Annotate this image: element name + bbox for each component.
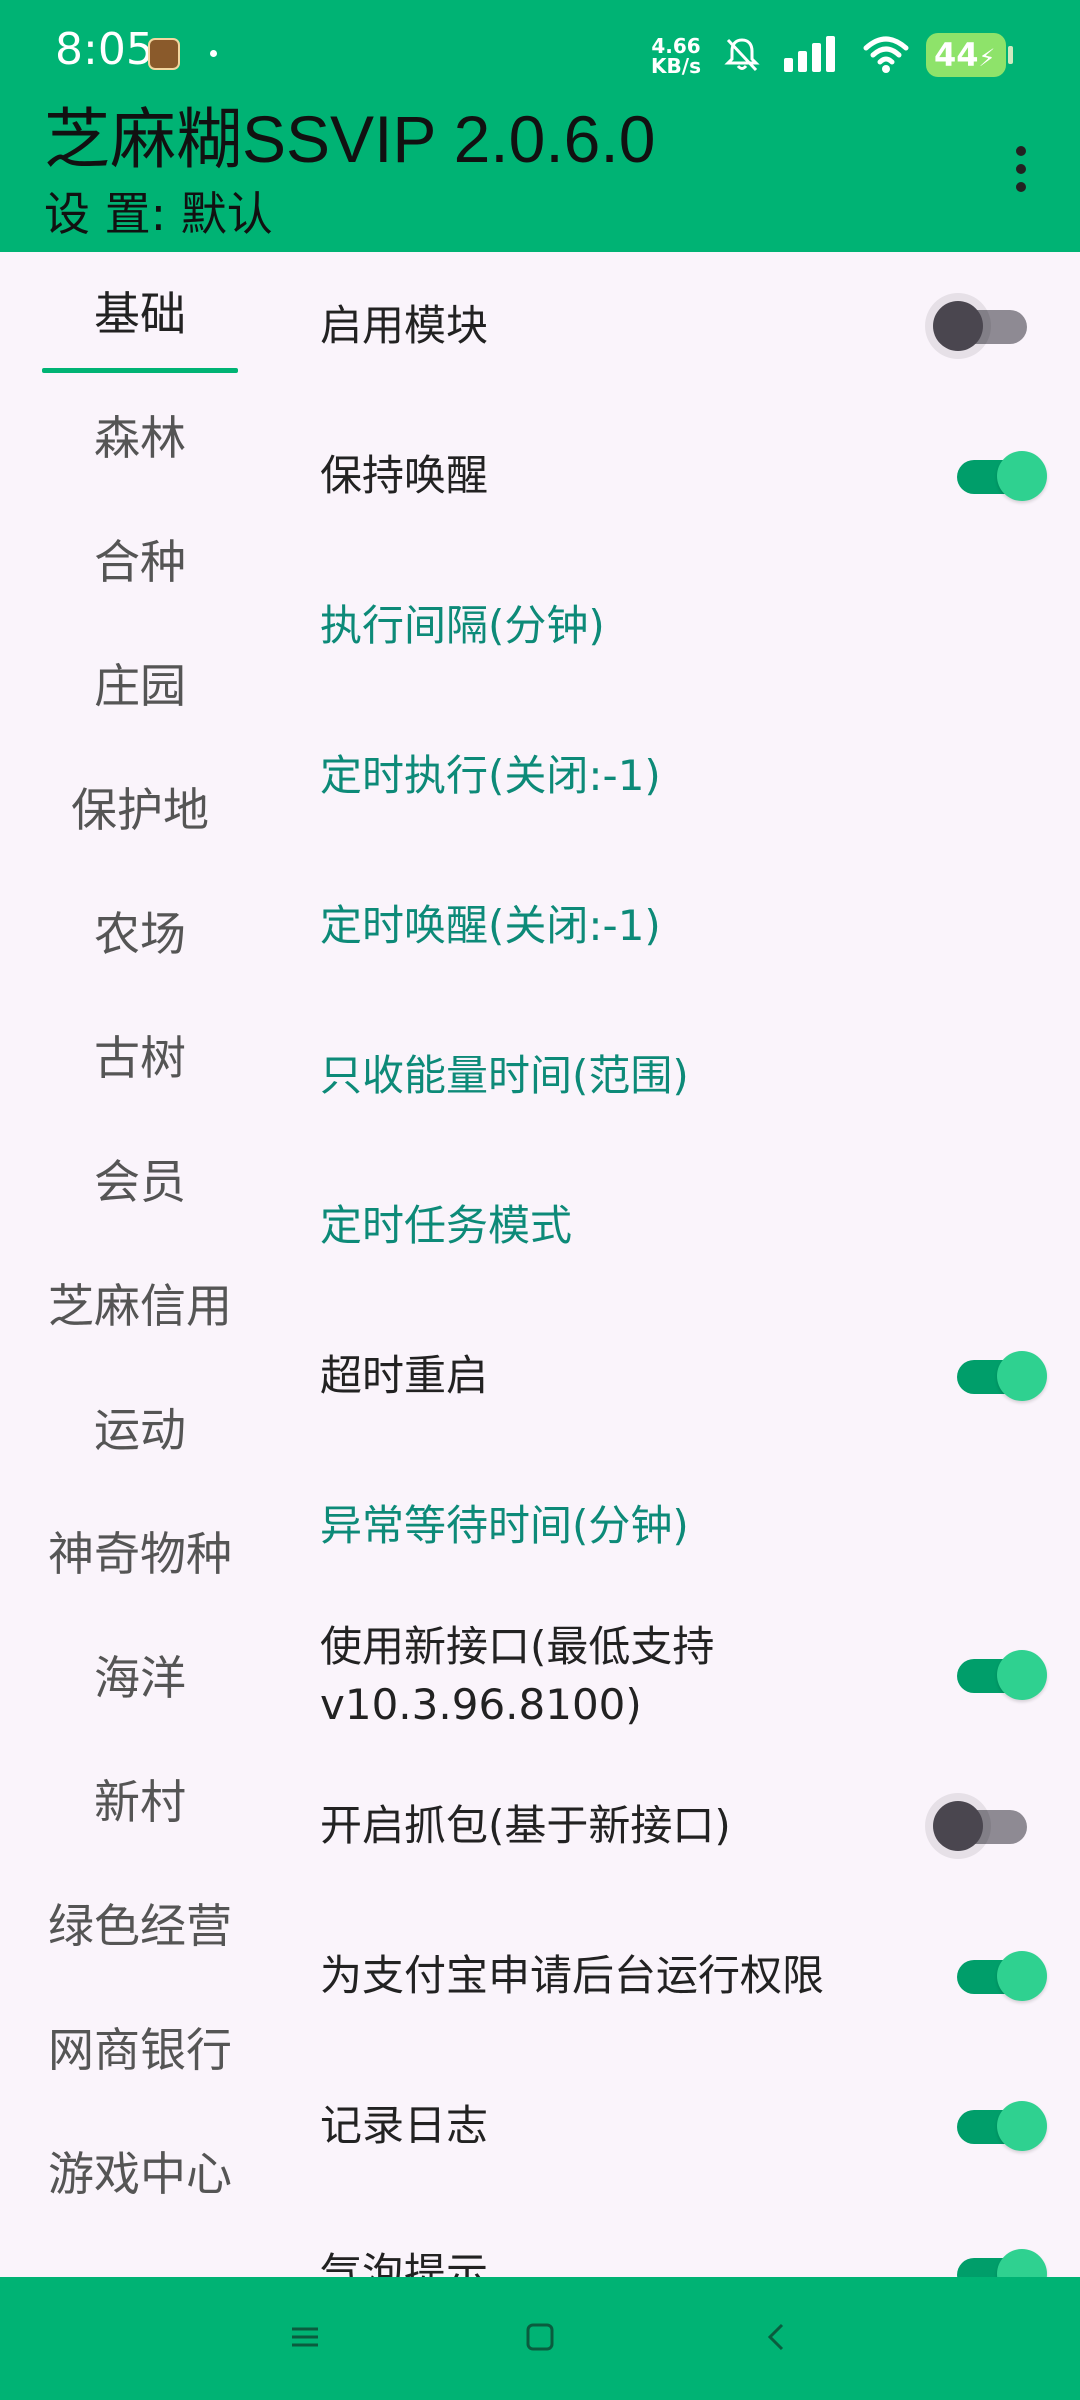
setting-label: 记录日志	[320, 2101, 489, 2150]
setting-new-api[interactable]: 使用新接口(最低支持 v10.3.96.8100)	[320, 1618, 1047, 1734]
new-api-toggle[interactable]	[945, 1646, 1047, 1706]
charging-bolt-icon: ⚡	[978, 44, 996, 72]
mute-bell-icon	[724, 38, 760, 72]
record-log-toggle[interactable]	[945, 2097, 1047, 2157]
setting-scheduled-wake[interactable]: 定时唤醒(关闭:-1)	[320, 897, 1040, 955]
battery-icon: 44⚡	[926, 33, 1006, 77]
battery-tip	[1008, 46, 1013, 64]
setting-label: 定时任务模式	[320, 1201, 573, 1250]
setting-scheduled-exec[interactable]: 定时执行(关闭:-1)	[320, 747, 1040, 805]
setting-keep-awake[interactable]: 保持唤醒	[320, 447, 1047, 507]
packet-capture-toggle[interactable]	[933, 1797, 1035, 1857]
timeout-restart-toggle[interactable]	[945, 1347, 1047, 1407]
settings-list: 启用模块 保持唤醒 执行间隔(分钟) 定时执行(关闭:-1) 定时唤醒(关闭:-…	[0, 252, 1080, 2299]
setting-record-log[interactable]: 记录日志	[320, 2097, 1047, 2157]
wifi-icon	[863, 36, 909, 73]
setting-label: 只收能量时间(范围)	[320, 1051, 689, 1100]
app-notification-icon	[148, 38, 180, 70]
setting-label: 开启抓包(基于新接口)	[320, 1801, 731, 1850]
setting-label: 超时重启	[320, 1351, 489, 1400]
setting-label: 启用模块	[320, 301, 489, 350]
setting-timeout-restart[interactable]: 超时重启	[320, 1347, 1047, 1407]
status-bar: 8:05 4.66 KB/s 44⚡	[0, 0, 1080, 100]
setting-label: 定时唤醒(关闭:-1)	[320, 901, 661, 950]
setting-label-line2: v10.3.96.8100)	[320, 1680, 642, 1729]
navigation-bar	[0, 2277, 1080, 2400]
keep-awake-toggle[interactable]	[945, 447, 1047, 507]
setting-task-mode[interactable]: 定时任务模式	[320, 1197, 1040, 1255]
setting-background-permission[interactable]: 为支付宝申请后台运行权限	[320, 1947, 1047, 2007]
setting-label: 保持唤醒	[320, 451, 489, 500]
menu-icon[interactable]	[288, 2317, 322, 2357]
app-subtitle: 设 置: 默认	[44, 187, 273, 241]
setting-enable-module[interactable]: 启用模块	[320, 297, 1040, 355]
setting-error-wait[interactable]: 异常等待时间(分钟)	[320, 1497, 1040, 1555]
setting-label: 定时执行(关闭:-1)	[320, 751, 661, 800]
network-speed: 4.66 KB/s	[651, 34, 701, 78]
setting-packet-capture[interactable]: 开启抓包(基于新接口)	[320, 1797, 1040, 1855]
signal-icon	[784, 36, 835, 72]
setting-label: 使用新接口(最低支持	[320, 1622, 715, 1671]
app-bar: 芝麻糊SSVIP 2.0.6.0 设 置: 默认	[0, 100, 1080, 252]
background-permission-toggle[interactable]	[945, 1947, 1047, 2007]
more-options-icon[interactable]	[1000, 140, 1044, 200]
setting-label: 执行间隔(分钟)	[320, 601, 605, 650]
setting-exec-interval[interactable]: 执行间隔(分钟)	[320, 597, 1040, 655]
setting-energy-time-range[interactable]: 只收能量时间(范围)	[320, 1047, 1040, 1105]
app-title: 芝麻糊SSVIP 2.0.6.0	[44, 102, 656, 176]
enable-module-toggle[interactable]	[933, 297, 1035, 357]
setting-label: 为支付宝申请后台运行权限	[320, 1951, 825, 2000]
status-time: 8:05	[55, 24, 154, 75]
home-icon[interactable]	[523, 2317, 557, 2357]
notification-dot-icon	[210, 50, 217, 57]
setting-label: 异常等待时间(分钟)	[320, 1501, 689, 1550]
back-icon[interactable]	[760, 2317, 794, 2357]
